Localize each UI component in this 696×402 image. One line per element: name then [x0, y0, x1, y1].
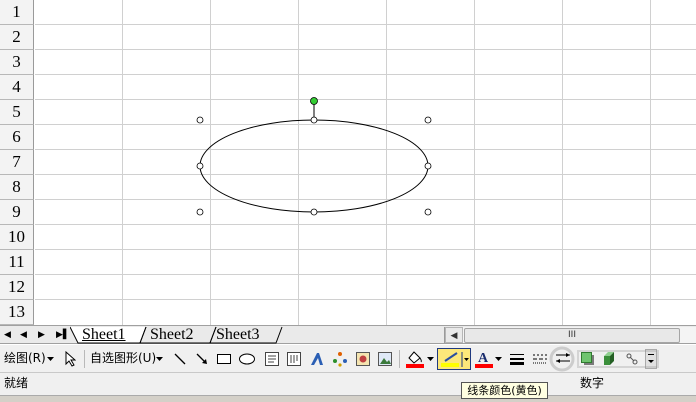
first-sheet-icon[interactable]: ◀: [2, 328, 13, 342]
status-bar: 就绪 数字: [0, 373, 696, 395]
dash-style-icon[interactable]: [530, 349, 550, 369]
vertical-textbox-icon[interactable]: [284, 349, 304, 369]
line-color-icon[interactable]: [437, 348, 471, 370]
oval-icon[interactable]: [237, 349, 257, 369]
clipart-icon[interactable]: [353, 349, 373, 369]
rotation-handle[interactable]: [310, 97, 318, 105]
dropdown-arrow-icon[interactable]: [155, 349, 165, 369]
wordart-icon[interactable]: [307, 349, 327, 369]
tab-sheet1[interactable]: Sheet1: [82, 326, 126, 344]
scroll-thumb[interactable]: III: [464, 328, 680, 343]
picture-icon[interactable]: [375, 349, 395, 369]
horizontal-scrollbar[interactable]: ◀ III: [444, 327, 696, 343]
resize-handle[interactable]: [196, 116, 204, 124]
select-pointer-icon[interactable]: [60, 349, 80, 369]
resize-handle[interactable]: [196, 162, 204, 170]
last-sheet-icon[interactable]: ▶▌: [56, 328, 70, 342]
prev-sheet-icon[interactable]: ◀: [18, 328, 29, 342]
dropdown-arrow-icon[interactable]: [494, 349, 504, 369]
textbox-icon[interactable]: [262, 349, 282, 369]
font-color-icon[interactable]: A: [474, 349, 494, 369]
line-color-tooltip: 线条颜色(黄色): [461, 382, 548, 399]
format-icon[interactable]: [622, 349, 642, 369]
arrow-icon[interactable]: [192, 349, 212, 369]
oval-shape[interactable]: [199, 119, 429, 213]
shadow-icon[interactable]: [578, 349, 598, 369]
worksheet-grid[interactable]: 1 2 3 4 5 6 7 8 9 10 11 12 13: [0, 0, 696, 325]
tab-sheet3[interactable]: Sheet3: [216, 326, 260, 344]
next-sheet-icon[interactable]: ▶: [36, 328, 47, 342]
scroll-left-icon[interactable]: ◀: [445, 327, 463, 343]
toolbar-options-icon[interactable]: [645, 349, 657, 369]
dropdown-arrow-icon[interactable]: [46, 349, 56, 369]
draw-menu-button[interactable]: 绘图(R): [4, 350, 46, 366]
fill-color-icon[interactable]: [405, 349, 425, 369]
arrow-style-icon[interactable]: [553, 349, 573, 369]
autoshapes-menu-button[interactable]: 自选图形(U): [90, 350, 156, 366]
sheet-tab-bar: ◀ ◀ ▶ ▶▌ Sheet1 Sheet2 Sheet3 ◀ III: [0, 325, 696, 344]
toolbar-separator: [84, 350, 85, 368]
oval-shape-layer: [196, 97, 432, 216]
resize-handle[interactable]: [310, 116, 318, 124]
resize-handle[interactable]: [310, 208, 318, 216]
resize-handle[interactable]: [196, 208, 204, 216]
3d-icon[interactable]: [600, 349, 620, 369]
resize-handle[interactable]: [424, 208, 432, 216]
line-style-icon[interactable]: [507, 349, 527, 369]
svg-text:A: A: [478, 351, 489, 366]
toolbar-separator: [399, 350, 400, 368]
line-icon[interactable]: [170, 349, 190, 369]
rectangle-icon[interactable]: [214, 349, 234, 369]
status-num-text: 数字: [580, 376, 605, 390]
dropdown-arrow-icon[interactable]: [426, 349, 436, 369]
resize-handle[interactable]: [424, 116, 432, 124]
diagram-icon[interactable]: [330, 349, 350, 369]
status-ready-text: 就绪: [4, 376, 29, 390]
tab-sheet2[interactable]: Sheet2: [150, 326, 194, 344]
resize-handle[interactable]: [424, 162, 432, 170]
drawing-toolbar: 绘图(R) 自选图形(U) A: [0, 345, 696, 373]
